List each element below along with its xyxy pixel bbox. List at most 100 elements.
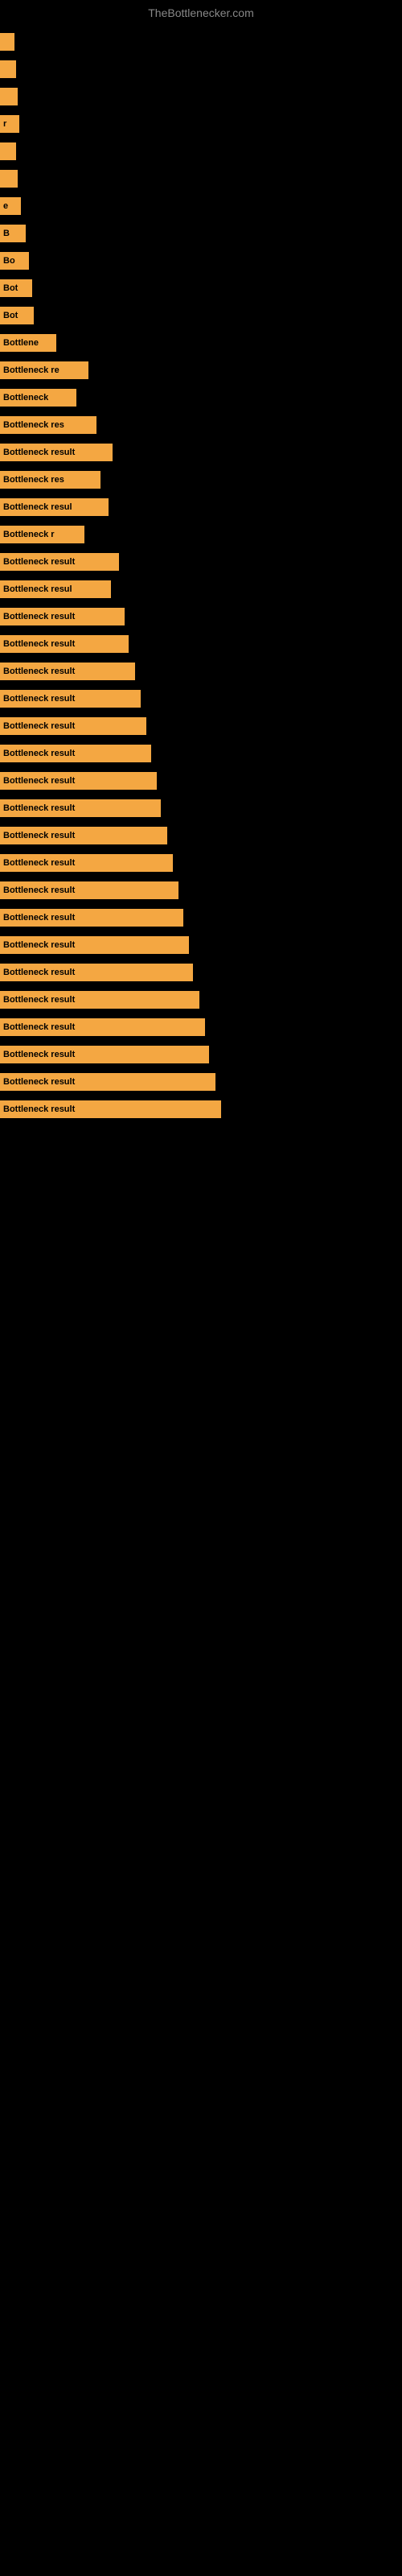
bar-row: Bottleneck resul: [0, 578, 402, 601]
bar-label-38: Bottleneck result: [3, 1077, 75, 1087]
bottleneck-bar-17: Bottleneck resul: [0, 498, 109, 516]
bar-row: Bottleneck result: [0, 934, 402, 956]
bars-container: r e B Bo Bot Bot Bottlene Bottleneck re Bottlene…: [0, 23, 402, 1133]
bottleneck-bar-7: B: [0, 225, 26, 242]
bar-label-22: Bottleneck result: [3, 639, 75, 649]
bar-row: Bot: [0, 304, 402, 327]
bar-label-8: Bo: [3, 256, 15, 266]
bar-label-30: Bottleneck result: [3, 858, 75, 868]
bottleneck-bar-31: Bottleneck result: [0, 881, 178, 899]
bar-row: Bot: [0, 277, 402, 299]
bar-label-6: e: [3, 201, 8, 211]
bottleneck-bar-19: Bottleneck result: [0, 553, 119, 571]
bar-label-17: Bottleneck resul: [3, 502, 72, 512]
bar-label-23: Bottleneck result: [3, 667, 75, 676]
bar-label-16: Bottleneck res: [3, 475, 64, 485]
bottleneck-bar-21: Bottleneck result: [0, 608, 125, 625]
bar-label-19: Bottleneck result: [3, 557, 75, 567]
bottleneck-bar-13: Bottleneck: [0, 389, 76, 407]
bar-label-20: Bottleneck resul: [3, 584, 72, 594]
bar-row: e: [0, 195, 402, 217]
bar-row: Bottleneck result: [0, 879, 402, 902]
bottleneck-bar-15: Bottleneck result: [0, 444, 113, 461]
bar-row: Bottleneck result: [0, 989, 402, 1011]
bottleneck-bar-35: Bottleneck result: [0, 991, 199, 1009]
bar-row: Bottlene: [0, 332, 402, 354]
bottleneck-bar-16: Bottleneck res: [0, 471, 100, 489]
bottleneck-bar-3: r: [0, 115, 19, 133]
bottleneck-bar-39: Bottleneck result: [0, 1100, 221, 1118]
bar-label-39: Bottleneck result: [3, 1104, 75, 1114]
bar-label-24: Bottleneck result: [3, 694, 75, 704]
bar-row: Bottleneck result: [0, 852, 402, 874]
bar-label-10: Bot: [3, 311, 18, 320]
bar-row: Bottleneck result: [0, 605, 402, 628]
bar-label-25: Bottleneck result: [3, 721, 75, 731]
bar-label-31: Bottleneck result: [3, 886, 75, 895]
bar-label-3: r: [3, 119, 6, 129]
bar-row: Bottleneck result: [0, 770, 402, 792]
bottleneck-bar-32: Bottleneck result: [0, 909, 183, 927]
bar-row: [0, 167, 402, 190]
bottleneck-bar-38: Bottleneck result: [0, 1073, 215, 1091]
bottleneck-bar-29: Bottleneck result: [0, 827, 167, 844]
bottleneck-bar-34: Bottleneck result: [0, 964, 193, 981]
bar-row: Bottleneck result: [0, 1098, 402, 1121]
bar-label-36: Bottleneck result: [3, 1022, 75, 1032]
bar-label-13: Bottleneck: [3, 393, 48, 402]
bar-label-32: Bottleneck result: [3, 913, 75, 923]
bar-label-26: Bottleneck result: [3, 749, 75, 758]
bar-row: [0, 58, 402, 80]
bottleneck-bar-8: Bo: [0, 252, 29, 270]
bottleneck-bar-5: [0, 170, 18, 188]
bar-row: Bottleneck result: [0, 961, 402, 984]
bar-row: Bottleneck result: [0, 1016, 402, 1038]
site-title: TheBottlenecker.com: [0, 0, 402, 23]
bar-label-21: Bottleneck result: [3, 612, 75, 621]
bottleneck-bar-24: Bottleneck result: [0, 690, 141, 708]
bar-row: Bottleneck result: [0, 687, 402, 710]
bar-row: Bottleneck result: [0, 660, 402, 683]
bottleneck-bar-22: Bottleneck result: [0, 635, 129, 653]
bar-label-12: Bottleneck re: [3, 365, 59, 375]
bar-row: Bottleneck result: [0, 1071, 402, 1093]
bottleneck-bar-12: Bottleneck re: [0, 361, 88, 379]
bar-row: Bottleneck: [0, 386, 402, 409]
bar-row: Bottleneck result: [0, 715, 402, 737]
bar-label-9: Bot: [3, 283, 18, 293]
bar-label-18: Bottleneck r: [3, 530, 55, 539]
bar-row: [0, 140, 402, 163]
bottleneck-bar-23: Bottleneck result: [0, 663, 135, 680]
bottleneck-bar-33: Bottleneck result: [0, 936, 189, 954]
bar-row: r: [0, 113, 402, 135]
bar-label-35: Bottleneck result: [3, 995, 75, 1005]
bar-row: Bottleneck result: [0, 633, 402, 655]
bar-row: Bottleneck result: [0, 906, 402, 929]
bottleneck-bar-18: Bottleneck r: [0, 526, 84, 543]
bottleneck-bar-37: Bottleneck result: [0, 1046, 209, 1063]
bar-row: Bottleneck result: [0, 551, 402, 573]
bar-row: Bottleneck r: [0, 523, 402, 546]
bar-row: Bottleneck result: [0, 441, 402, 464]
bar-label-14: Bottleneck res: [3, 420, 64, 430]
bar-label-27: Bottleneck result: [3, 776, 75, 786]
bar-label-29: Bottleneck result: [3, 831, 75, 840]
bottleneck-bar-20: Bottleneck resul: [0, 580, 111, 598]
bottleneck-bar-2: [0, 88, 18, 105]
bar-row: [0, 85, 402, 108]
bottleneck-bar-10: Bot: [0, 307, 34, 324]
bottleneck-bar-11: Bottlene: [0, 334, 56, 352]
bar-row: Bottleneck result: [0, 742, 402, 765]
bar-row: Bottleneck res: [0, 469, 402, 491]
bar-row: Bottleneck result: [0, 824, 402, 847]
bar-row: Bottleneck re: [0, 359, 402, 382]
bottleneck-bar-9: Bot: [0, 279, 32, 297]
bar-row: Bottleneck result: [0, 1043, 402, 1066]
bar-label-28: Bottleneck result: [3, 803, 75, 813]
bar-row: Bottleneck result: [0, 797, 402, 819]
bottleneck-bar-28: Bottleneck result: [0, 799, 161, 817]
bottleneck-bar-6: e: [0, 197, 21, 215]
bar-label-11: Bottlene: [3, 338, 39, 348]
bar-row: B: [0, 222, 402, 245]
bottleneck-bar-36: Bottleneck result: [0, 1018, 205, 1036]
